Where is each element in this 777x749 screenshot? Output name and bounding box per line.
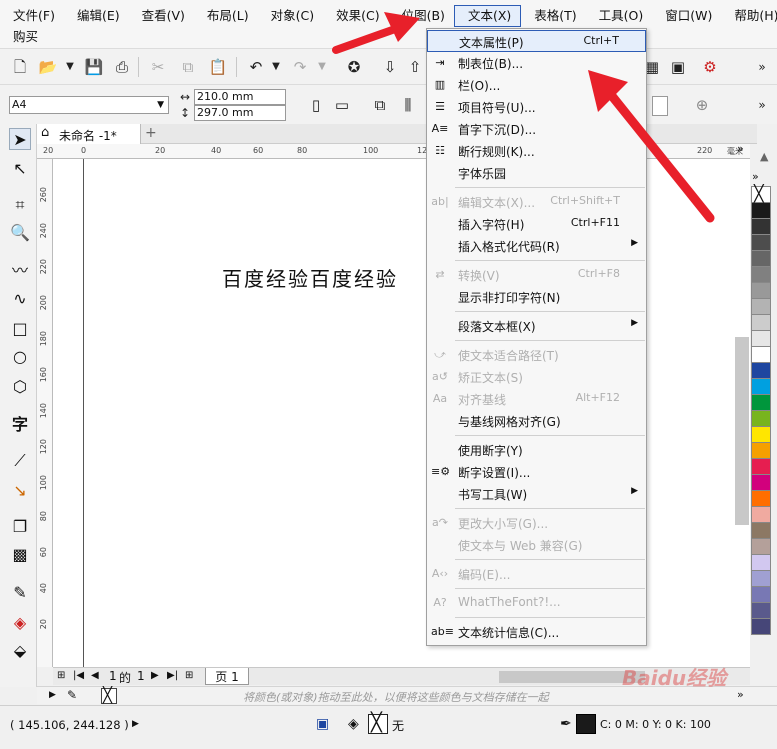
annotation-arrow [332,12,420,54]
annotation-arrow [588,70,715,223]
annotation-arrows [332,12,715,223]
